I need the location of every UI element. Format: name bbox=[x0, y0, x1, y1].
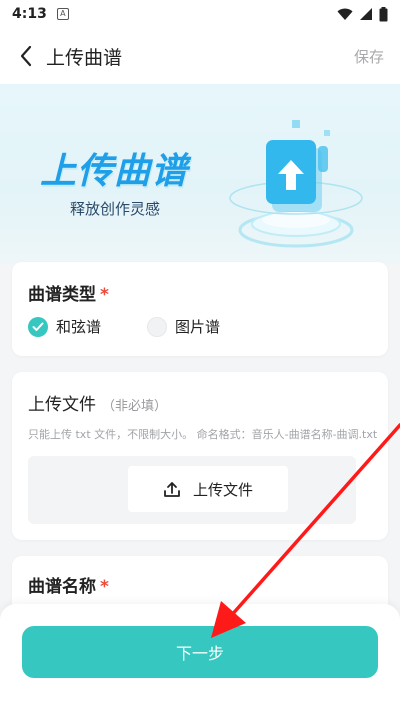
upload-area: 上传文件 bbox=[28, 456, 356, 524]
status-time: 4:13 bbox=[12, 6, 47, 22]
upload-illustration-icon bbox=[229, 120, 363, 248]
upload-hint: 只能上传 txt 文件，不限制大小。 命名格式：音乐人-曲谱名称-曲调.txt bbox=[28, 428, 378, 441]
check-icon bbox=[32, 322, 44, 331]
banner-title: 上传曲谱 bbox=[40, 151, 189, 192]
upload-button-label: 上传文件 bbox=[192, 480, 253, 499]
chevron-left-icon bbox=[20, 45, 32, 67]
app-bar: 上传曲谱 保存 bbox=[0, 28, 400, 84]
upload-optional-tag: （非必填） bbox=[102, 399, 168, 414]
score-name-title-row: 曲谱名称 * bbox=[28, 572, 109, 597]
upload-title-row: 上传文件 （非必填） bbox=[28, 390, 167, 415]
status-bar: 4:13 A bbox=[0, 0, 400, 28]
score-type-title: 曲谱类型 bbox=[28, 285, 96, 305]
upload-icon bbox=[164, 482, 180, 497]
notification-icon: A bbox=[56, 8, 69, 20]
wifi-icon bbox=[337, 8, 353, 20]
status-indicators bbox=[337, 6, 388, 22]
banner-subtitle: 释放创作灵感 bbox=[70, 200, 161, 218]
radio-label: 和弦谱 bbox=[56, 318, 102, 336]
score-name-title: 曲谱名称 bbox=[28, 577, 96, 597]
save-button[interactable]: 保存 bbox=[354, 46, 384, 67]
score-type-card: 曲谱类型 * 和弦谱 图片谱 bbox=[12, 262, 388, 356]
radio-image-score[interactable]: 图片谱 bbox=[147, 316, 220, 337]
radio-unchecked-icon bbox=[147, 316, 168, 337]
score-type-title-row: 曲谱类型 * bbox=[28, 280, 109, 305]
page-title: 上传曲谱 bbox=[46, 46, 123, 69]
upload-title: 上传文件 bbox=[28, 395, 96, 415]
screen: 4:13 A 上传曲谱 保存 上传曲谱 释放创作灵感 曲谱类型 * 和弦谱 图片… bbox=[0, 0, 400, 710]
signal-icon bbox=[360, 8, 372, 20]
upload-file-card: 上传文件 （非必填） 只能上传 txt 文件，不限制大小。 命名格式：音乐人-曲谱… bbox=[12, 372, 388, 540]
banner: 上传曲谱 释放创作灵感 bbox=[0, 84, 400, 264]
upload-file-button[interactable]: 上传文件 bbox=[128, 466, 288, 512]
radio-chord-score[interactable]: 和弦谱 bbox=[28, 316, 101, 337]
next-button[interactable]: 下一步 bbox=[22, 626, 378, 678]
radio-checked-icon bbox=[28, 316, 48, 337]
bottom-bar: 下一步 bbox=[0, 604, 400, 710]
required-star: * bbox=[100, 577, 109, 597]
required-star: * bbox=[100, 285, 109, 305]
back-button[interactable] bbox=[6, 28, 46, 84]
score-type-options: 和弦谱 图片谱 bbox=[28, 316, 220, 337]
battery-icon bbox=[379, 6, 388, 21]
radio-label: 图片谱 bbox=[175, 318, 221, 336]
